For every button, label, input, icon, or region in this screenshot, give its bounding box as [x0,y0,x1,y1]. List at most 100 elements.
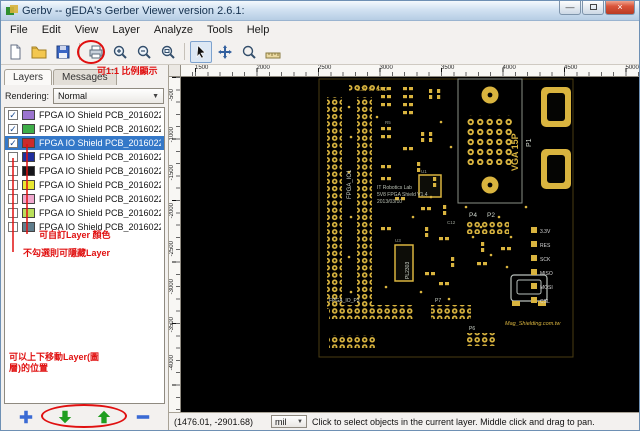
pcb-text-credit3: 2013/03/10 [377,199,402,205]
horizontal-ruler: 1500 2000 2500 3000 3500 4000 4500 5000 [181,65,639,77]
zoom-out-button[interactable] [133,41,155,63]
pcb-text-chip: PL2303 [405,262,411,279]
layer-color-swatch[interactable] [22,152,35,162]
menu-layer[interactable]: Layer [105,23,147,37]
zoom-tool-button[interactable] [238,41,260,63]
menu-analyze[interactable]: Analyze [147,23,200,37]
pcb-text-p7: P7 [435,298,441,304]
layer-name: FPGA IO Shield PCB_20160225- [39,194,161,204]
layer-visibility-checkbox[interactable] [8,152,18,162]
minimize-button[interactable]: — [559,1,581,15]
tab-layers[interactable]: Layers [4,69,53,85]
ruler-left-label: -2500 [169,241,175,257]
tab-messages[interactable]: Messages [53,69,117,85]
pcb-pin-label: MISO [540,271,553,277]
pan-tool-button[interactable] [214,41,236,63]
layer-visibility-checkbox[interactable] [8,194,18,204]
layer-color-swatch[interactable] [22,222,35,232]
layer-row[interactable]: FPGA IO Shield PCB_20160225- [5,220,164,234]
toolbar [1,39,639,65]
layer-name: FPGA IO Shield PCB_20160225- [39,180,161,190]
pcb-text-bottom-header: FPGA_IO_P3 [329,298,360,304]
layer-name: FPGA IO Shield PCB_20160225- [39,124,161,134]
chevron-down-icon: ▼ [152,92,159,100]
pcb-text-power: 3.3V 0V GND [357,87,388,93]
layer-name: FPGA IO Shield PCB_20160225- [39,166,161,176]
layer-color-swatch[interactable] [22,110,35,120]
pcb-text-credit2: 5V8 FPGA Shield V1.4 [377,192,428,198]
gerber-canvas[interactable]: 3.3V 0V GND FPGA_IO1 VGA 15P P1 P4 P2 IT… [181,77,639,412]
move-layer-down-button[interactable] [52,408,78,426]
layer-visibility-checkbox[interactable]: ✓ [8,124,18,134]
ruler-left-label: -3000 [169,279,175,295]
annotation-checkbox-note: 不勾選則可隱藏Layer [23,248,111,258]
menu-edit[interactable]: Edit [35,23,68,37]
rendering-select[interactable]: Normal ▼ [53,88,164,104]
arrow-up-icon [97,410,111,424]
pcb-rendering: 3.3V 0V GND FPGA_IO1 VGA 15P P1 P4 P2 IT… [318,78,574,358]
ruler-left-label: -1500 [169,165,175,181]
layer-color-swatch[interactable] [22,166,35,176]
units-dropdown[interactable]: mil ▼ [271,415,307,428]
save-icon [56,45,70,58]
maximize-button[interactable] [582,1,604,15]
layer-visibility-checkbox[interactable] [8,166,18,176]
pcb-pin-label: RES [540,243,551,249]
toolbar-separator [79,43,80,60]
zoom-out-icon [137,45,151,59]
app-icon [6,4,18,17]
layer-visibility-checkbox[interactable] [8,222,18,232]
app-window: Gerbv -- gEDA's Gerber Viewer version 2.… [0,0,640,431]
ruler-left-label: -500 [169,89,175,102]
title-bar: Gerbv -- gEDA's Gerber Viewer version 2.… [1,1,639,21]
save-button[interactable] [52,41,74,63]
layer-visibility-checkbox[interactable] [8,208,18,218]
zoom-1-1-button[interactable] [85,41,107,63]
layer-visibility-checkbox[interactable]: ✓ [8,138,18,148]
layer-row[interactable]: FPGA IO Shield PCB_20160225- [5,206,164,220]
menu-file[interactable]: File [3,23,35,37]
layer-row[interactable]: FPGA IO Shield PCB_20160225- [5,150,164,164]
menu-help[interactable]: Help [240,23,277,37]
layer-name: FPGA IO Shield PCB_20160225- [39,138,161,148]
layer-row[interactable]: ✓ FPGA IO Shield PCB_20160225- [5,136,164,150]
layer-row[interactable]: FPGA IO Shield PCB_20160225- [5,164,164,178]
layer-row[interactable]: FPGA IO Shield PCB_20160225- [5,192,164,206]
pcb-text-credit1: IT Robotics Lab [377,185,412,191]
remove-layer-button[interactable] [130,408,156,426]
add-layer-button[interactable] [13,408,39,426]
close-button[interactable]: × [605,1,635,15]
pcb-text-p6: P6 [469,326,475,332]
pcb-pin-label: MOSI [540,285,553,291]
menu-view[interactable]: View [68,23,106,37]
vertical-ruler: -500 -1000 -1500 -2000 -2500 -3000 -3500 -4000 [169,77,181,412]
pcb-text-p2: P2 [487,212,495,219]
measure-tool-button[interactable] [262,41,284,63]
zoom-in-button[interactable] [109,41,131,63]
layer-name: FPGA IO Shield PCB_20160225- [39,152,161,162]
layer-color-swatch[interactable] [22,124,35,134]
pointer-tool-button[interactable] [190,40,212,63]
layer-row[interactable]: ✓ FPGA IO Shield PCB_20160225- [5,108,164,122]
layer-color-swatch[interactable] [22,138,35,148]
move-layer-up-button[interactable] [91,408,117,426]
layer-visibility-checkbox[interactable]: ✓ [8,110,18,120]
annotation-move-note: 可以上下移動Layer(圖層)的位置 [9,352,100,373]
zoom-fit-button[interactable] [157,41,179,63]
layer-actions [1,404,168,430]
layer-color-swatch[interactable] [22,194,35,204]
plus-icon [19,410,33,424]
layer-row[interactable]: ✓ FPGA IO Shield PCB_20160225- [5,122,164,136]
new-project-button[interactable] [4,41,26,63]
ruler-top-label: 5000 [625,65,639,71]
layer-color-swatch[interactable] [22,208,35,218]
layer-visibility-checkbox[interactable] [8,180,18,190]
layer-color-swatch[interactable] [22,180,35,190]
pcb-text-site: Mag_Shielding.com.tw [505,321,561,327]
pcb-pin-label: 3.3V [540,229,551,235]
open-layer-button[interactable] [28,41,50,63]
layer-list: ✓ FPGA IO Shield PCB_20160225- ✓ FPGA IO… [4,107,165,404]
measure-icon [265,52,281,58]
layer-row[interactable]: FPGA IO Shield PCB_20160225- [5,178,164,192]
menu-tools[interactable]: Tools [200,23,240,37]
